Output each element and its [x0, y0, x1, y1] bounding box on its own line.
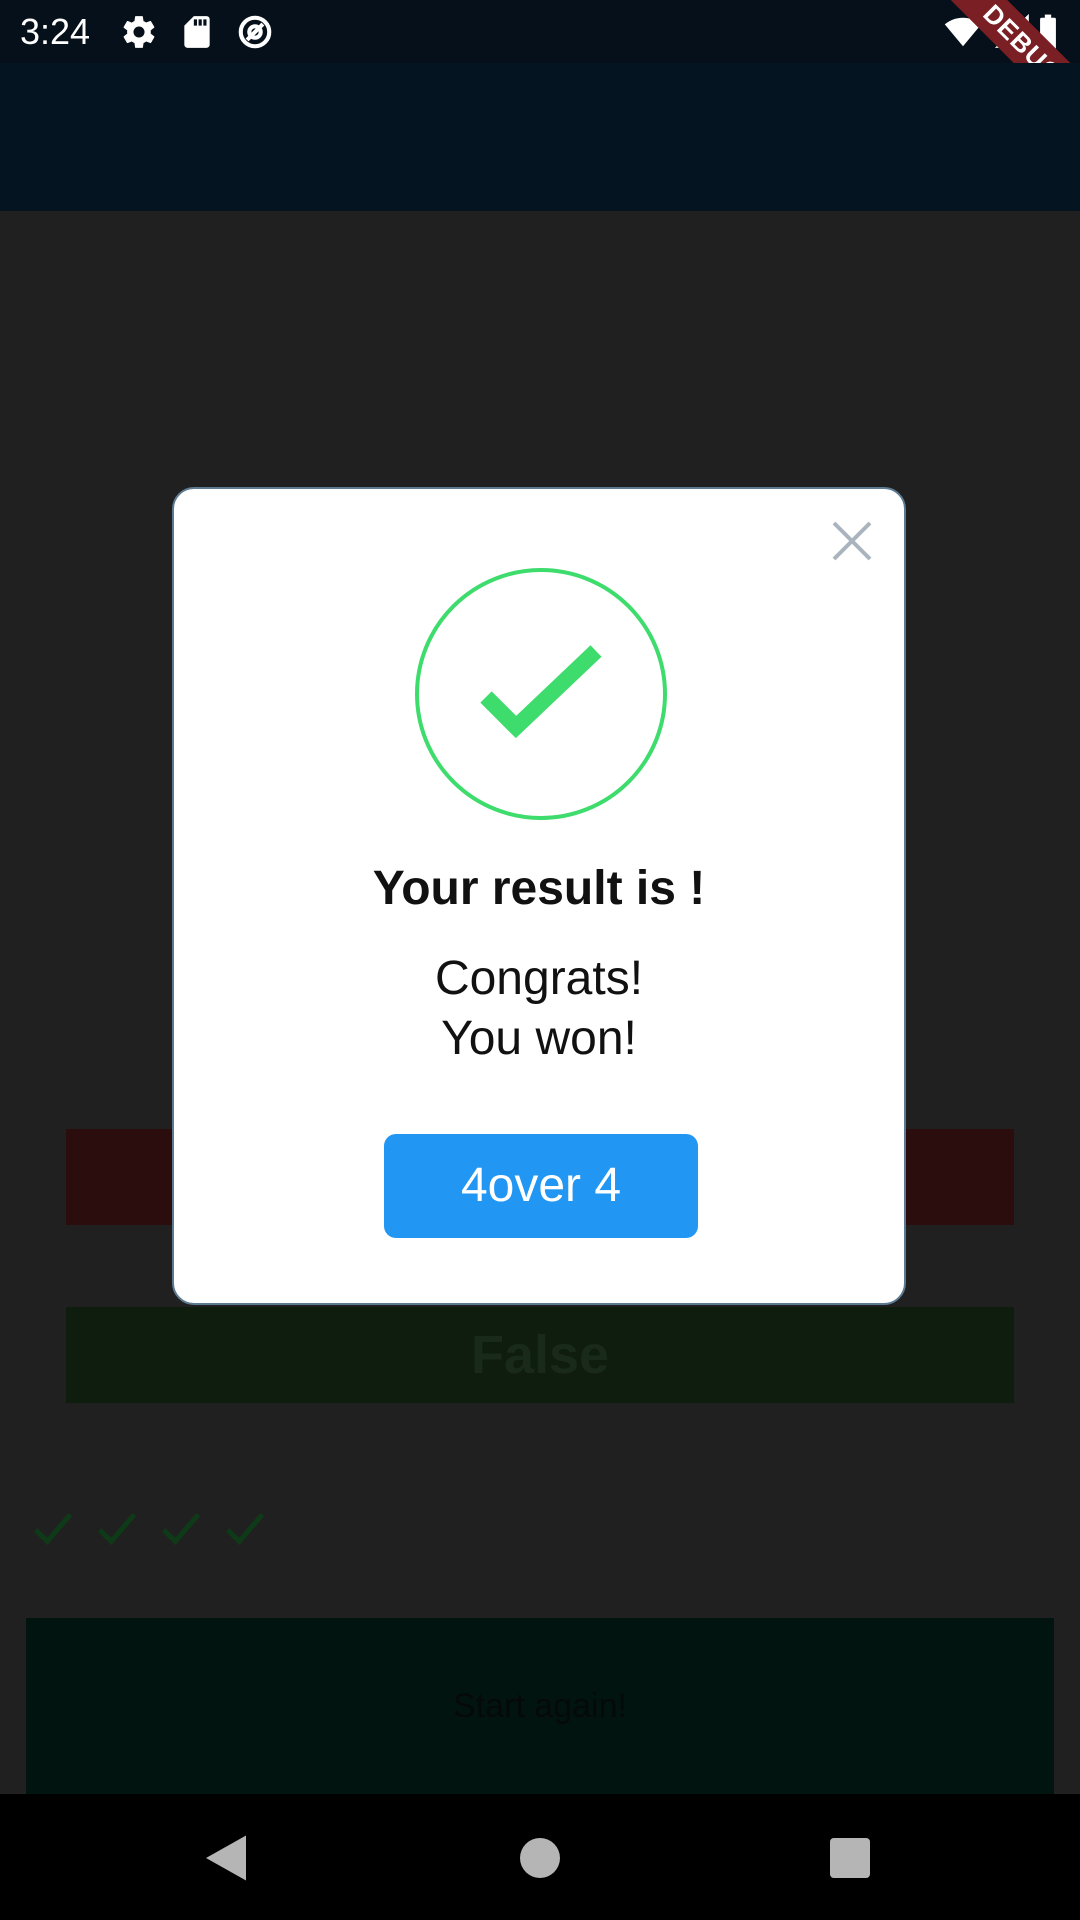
message-line-2: You won!: [441, 1012, 637, 1065]
message-line-1: Congrats!: [434, 952, 644, 1005]
navigation-bar: [0, 1794, 1080, 1920]
score-keeper: [30, 1505, 286, 1555]
success-check-icon: [414, 567, 668, 821]
start-again-button: Start again!: [26, 1618, 1054, 1794]
false-button: False: [66, 1307, 1014, 1403]
at-sign-icon: [236, 13, 274, 51]
status-time: 3:24: [20, 11, 91, 52]
sd-card-icon: [178, 13, 216, 51]
result-dialog: Your result is ! Congrats! You won! 4ove…: [172, 487, 906, 1305]
dialog-title: Your result is !: [372, 862, 706, 915]
app-bar: [0, 63, 1080, 211]
back-icon[interactable]: [196, 1828, 256, 1888]
home-icon[interactable]: [510, 1828, 570, 1888]
recents-icon[interactable]: [820, 1828, 880, 1888]
check-icon: [222, 1505, 286, 1555]
gear-icon: [120, 13, 158, 51]
dialog-message: Congrats! You won!: [174, 949, 904, 1069]
status-bar: 3:24 DEBUG: [0, 0, 1080, 140]
check-icon: [158, 1505, 222, 1555]
check-icon: [94, 1505, 158, 1555]
score-button[interactable]: 4over 4: [384, 1134, 698, 1238]
check-icon: [30, 1505, 94, 1555]
close-icon[interactable]: [828, 517, 876, 565]
